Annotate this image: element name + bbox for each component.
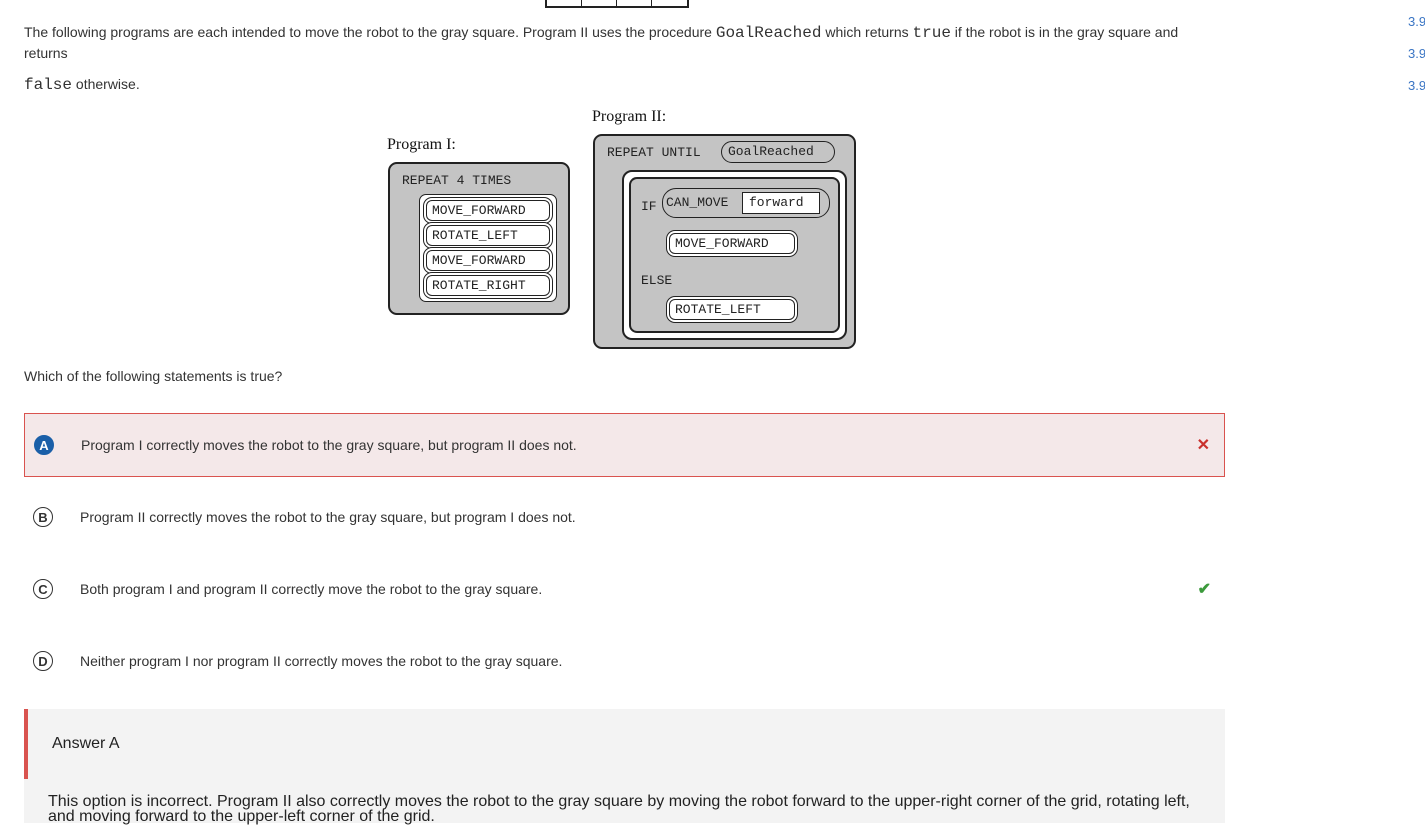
question-text: Which of the following statements is tru… [24, 368, 283, 384]
robot-grid-partial [545, 0, 689, 8]
option-text: Both program I and program II correctly … [80, 581, 543, 597]
repeat-keyword: REPEAT 4 TIMES [402, 173, 512, 188]
intro-text: otherwise. [72, 76, 140, 92]
condition-goalreached: GoalReached [721, 141, 835, 163]
answer-indicator-bar [24, 709, 28, 779]
program-2-repeat-until-block: REPEAT UNTIL GoalReached IF CAN_MOVE for… [593, 134, 856, 349]
else-keyword: ELSE [641, 273, 673, 288]
command-move-forward: MOVE_FORWARD [426, 200, 550, 221]
answer-explanation-text: This option is incorrect. Program II als… [48, 793, 1190, 825]
intro-text: The following programs are each intended… [24, 24, 716, 40]
if-else-container: IF CAN_MOVE forward MOVE_FORWARD ELSE RO… [622, 170, 847, 340]
side-label[interactable]: 3.9 [1408, 14, 1425, 29]
option-letter-b: B [33, 507, 53, 527]
option-c[interactable]: C Both program I and program II correctl… [24, 557, 1225, 621]
can-move-condition: CAN_MOVE forward [662, 188, 830, 218]
side-label[interactable]: 3.9 [1408, 78, 1425, 93]
check-icon: ✔ [1197, 581, 1211, 598]
direction-text: forward [749, 195, 804, 210]
answer-explanation-panel: Answer A This option is incorrect. Progr… [24, 709, 1225, 825]
condition-text: GoalReached [728, 144, 814, 159]
if-keyword: IF [641, 199, 657, 214]
code-false: false [24, 76, 73, 94]
program-2-label: Program II: [592, 108, 667, 125]
command-move-forward: MOVE_FORWARD [669, 233, 795, 254]
command-move-forward: MOVE_FORWARD [426, 250, 550, 271]
code-true: true [912, 24, 951, 42]
command-rotate-right: ROTATE_RIGHT [426, 275, 550, 296]
program-1-repeat-block: REPEAT 4 TIMES MOVE_FORWARD ROTATE_LEFT … [388, 162, 570, 315]
option-text: Neither program I nor program II correct… [80, 653, 563, 669]
option-b[interactable]: B Program II correctly moves the robot t… [24, 485, 1225, 549]
option-letter-c: C [33, 579, 53, 599]
option-a[interactable]: A Program I correctly moves the robot to… [24, 413, 1225, 477]
program-1-label: Program I: [387, 136, 456, 153]
code-goalreached: GoalReached [715, 24, 822, 42]
command-rotate-left: ROTATE_LEFT [669, 299, 795, 320]
option-text: Program II correctly moves the robot to … [80, 509, 576, 525]
question-intro: The following programs are each intended… [24, 22, 1214, 63]
option-letter-d: D [33, 651, 53, 671]
can-move-text: CAN_MOVE [666, 195, 729, 210]
side-label[interactable]: 3.9 [1408, 46, 1425, 61]
if-else-block: IF CAN_MOVE forward MOVE_FORWARD ELSE RO… [629, 177, 840, 333]
intro-text: which returns [821, 24, 913, 40]
option-text: Program I correctly moves the robot to t… [81, 437, 577, 453]
question-intro-continued: false otherwise. [24, 76, 140, 94]
answer-title: Answer A [52, 735, 120, 752]
repeat-until-keyword: REPEAT UNTIL [607, 145, 701, 160]
x-icon: ✕ [1196, 437, 1210, 454]
option-d[interactable]: D Neither program I nor program II corre… [24, 629, 1225, 693]
option-letter-a: A [34, 435, 54, 455]
command-rotate-left: ROTATE_LEFT [426, 225, 550, 246]
